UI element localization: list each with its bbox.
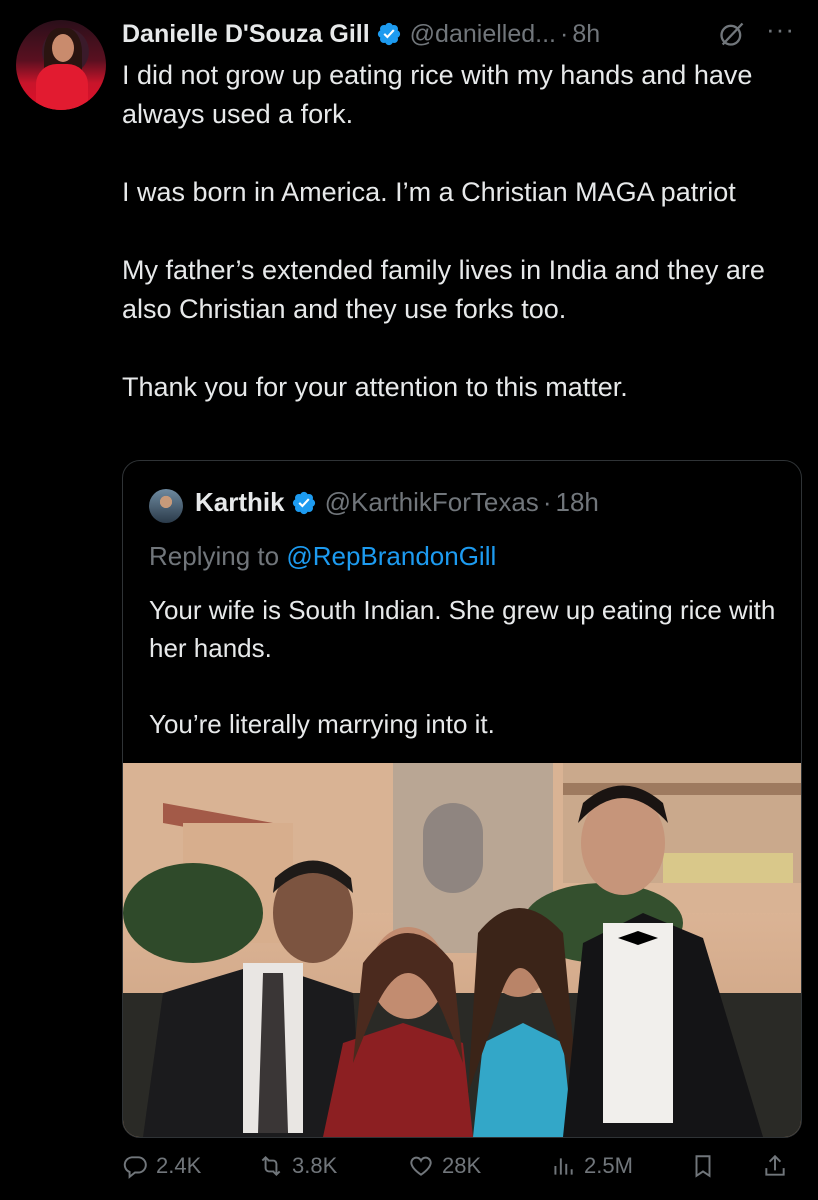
reply-button[interactable]: 2.4K — [122, 1148, 201, 1184]
quoted-photo[interactable] — [123, 763, 801, 1137]
bookmark-icon — [695, 1155, 711, 1178]
grok-icon[interactable] — [718, 20, 746, 48]
post-time[interactable]: 8h — [572, 20, 600, 49]
quoted-author-name[interactable]: Karthik — [195, 487, 285, 518]
bookmark-button[interactable] — [690, 1148, 724, 1184]
tweet-paragraph: I was born in America. I’m a Christian M… — [122, 177, 736, 207]
quoted-paragraph: Your wife is South Indian. She grew up e… — [149, 595, 776, 663]
author-handle[interactable]: @danielled... — [410, 20, 556, 49]
tweet-paragraph: I did not grow up eating rice with my ha… — [122, 60, 753, 129]
quoted-author-handle[interactable]: @KarthikForTexas — [325, 487, 539, 518]
reply-count: 2.4K — [156, 1153, 202, 1178]
more-icon[interactable]: ··· — [766, 14, 795, 45]
reply-icon — [123, 1156, 147, 1179]
quoted-author-avatar[interactable] — [149, 489, 183, 523]
tweet-paragraph: My father’s extended family lives in Ind… — [122, 255, 765, 324]
author-avatar[interactable] — [16, 20, 106, 110]
views-icon — [554, 1158, 573, 1175]
replying-to: Replying to @RepBrandonGill — [149, 541, 496, 572]
photo-illustration — [123, 763, 801, 1137]
share-icon — [765, 1154, 785, 1176]
quoted-paragraph: You’re literally marrying into it. — [149, 709, 495, 739]
tweet-header: Danielle D'Souza Gill @danielled... · 8h — [122, 14, 600, 54]
replying-mention[interactable]: @RepBrandonGill — [286, 541, 496, 571]
quoted-time[interactable]: 18h — [555, 487, 598, 518]
repost-button[interactable]: 3.8K — [258, 1148, 337, 1184]
views-count: 2.5M — [584, 1153, 633, 1178]
repost-icon — [261, 1155, 281, 1177]
quoted-text: Your wife is South Indian. She grew up e… — [149, 591, 779, 781]
like-count: 28K — [442, 1153, 482, 1178]
action-bar: 2.4K 3.8K 28K 2.5M — [122, 1148, 802, 1184]
views-button[interactable]: 2.5M — [550, 1148, 633, 1184]
replying-prefix: Replying to — [149, 541, 280, 571]
separator-dot: · — [559, 19, 569, 48]
quoted-tweet[interactable]: Karthik @KarthikForTexas · 18h Replying … — [122, 460, 802, 1138]
like-icon — [410, 1156, 432, 1176]
like-button[interactable]: 28K — [408, 1148, 481, 1184]
verified-badge-icon — [377, 22, 400, 46]
repost-count: 3.8K — [292, 1153, 338, 1178]
tweet-paragraph: Thank you for your attention to this mat… — [122, 372, 628, 402]
tweet-text: I did not grow up eating rice with my ha… — [122, 56, 812, 446]
share-button[interactable] — [762, 1148, 796, 1184]
quoted-header: Karthik @KarthikForTexas · 18h — [195, 487, 599, 518]
verified-badge-icon — [292, 491, 315, 514]
separator-dot: · — [542, 487, 552, 517]
author-name[interactable]: Danielle D'Souza Gill — [122, 20, 370, 49]
